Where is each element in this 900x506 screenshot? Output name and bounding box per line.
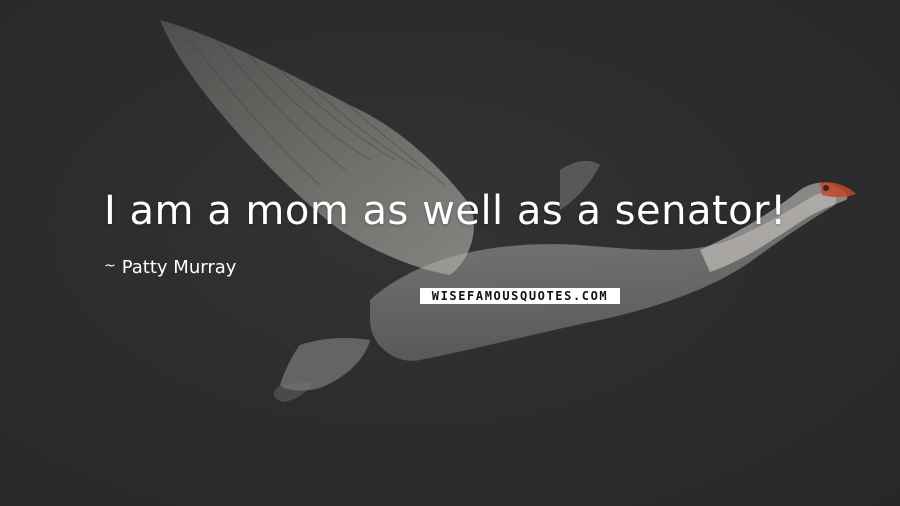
watermark-text: WISEFAMOUSQUOTES.COM: [431, 289, 609, 303]
quote-text: I am a mom as well as a senator!: [104, 188, 787, 234]
swan-illustration: [160, 20, 856, 402]
quote-card: I am a mom as well as a senator! ~ Patty…: [0, 0, 900, 506]
site-watermark: WISEFAMOUSQUOTES.COM: [420, 288, 620, 304]
author-name: Patty Murray: [121, 257, 237, 278]
author-prefix: ~: [104, 257, 116, 274]
author-line: ~ Patty Murray: [104, 257, 236, 278]
